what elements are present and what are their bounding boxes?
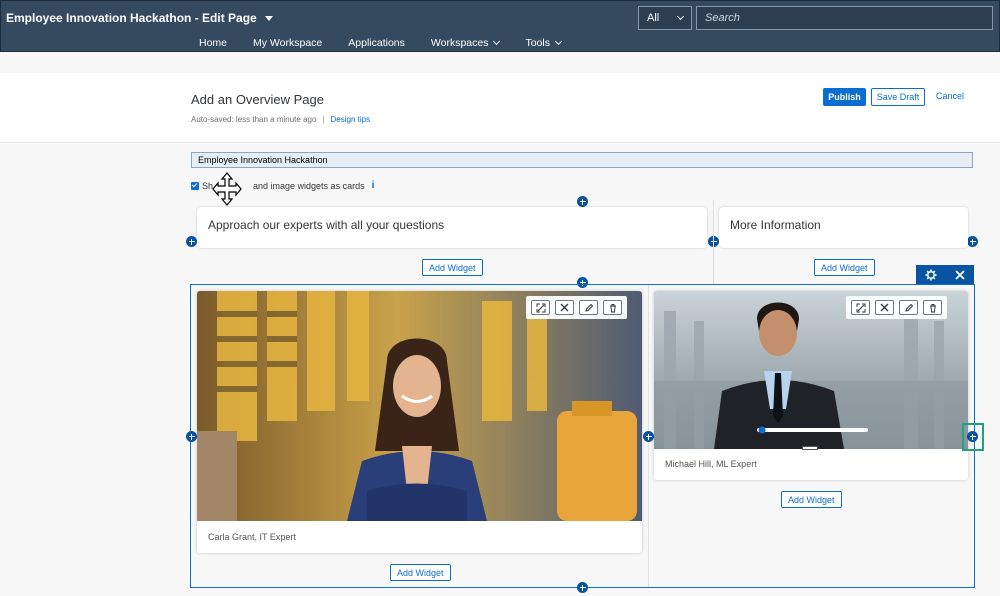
shell-bar: Employee Innovation Hackathon - Edit Pag… <box>0 0 1000 52</box>
slider-handle[interactable] <box>758 426 766 434</box>
image-card[interactable]: Michael Hill, ML Expert <box>654 291 968 480</box>
cancel-button[interactable]: Cancel <box>936 91 964 101</box>
add-widget-button[interactable]: Add Widget <box>390 564 451 581</box>
search-scope-value: All <box>647 12 660 24</box>
add-column-plus-icon[interactable] <box>186 431 197 442</box>
edit-button[interactable] <box>579 300 598 315</box>
page-name-input[interactable]: Employee Innovation Hackathon <box>191 152 973 168</box>
cards-checkbox[interactable] <box>191 181 199 190</box>
section-toolbar <box>916 265 974 284</box>
edit-icon <box>904 303 913 312</box>
move-cursor-icon <box>212 172 242 206</box>
add-widget-button[interactable]: Add Widget <box>781 491 842 508</box>
close-icon <box>560 303 569 312</box>
nav-applications[interactable]: Applications <box>348 37 405 49</box>
title-card-text: More Information <box>730 218 821 232</box>
delete-button[interactable] <box>603 300 622 315</box>
nav-applications-label: Applications <box>348 37 405 49</box>
nav-my-workspace-label: My Workspace <box>253 37 323 49</box>
nav-tools[interactable]: Tools <box>525 37 563 49</box>
nav-home-label: Home <box>199 37 228 49</box>
chevron-down-icon <box>676 12 685 21</box>
autosave-text: Auto-saved: less than a minute ago <box>191 115 317 124</box>
info-icon[interactable]: i <box>372 180 375 191</box>
expand-button[interactable] <box>531 300 550 315</box>
image-size-slider[interactable] <box>757 426 868 434</box>
expand-button[interactable] <box>851 300 870 315</box>
close-icon[interactable] <box>955 269 965 280</box>
remove-button[interactable] <box>875 300 894 315</box>
delete-icon <box>609 303 616 312</box>
caret-down-icon <box>264 15 273 21</box>
main-nav: Home My Workspace Applications Workspace… <box>199 37 587 49</box>
column-divider <box>713 200 714 284</box>
autosave-status: Auto-saved: less than a minute ago | Des… <box>191 115 370 124</box>
title-card-more-info[interactable]: More Information <box>719 207 968 248</box>
add-widget-button[interactable]: Add Widget <box>422 259 483 276</box>
publish-button[interactable]: Publish <box>823 88 866 106</box>
nav-home[interactable]: Home <box>199 37 227 49</box>
search-placeholder: Search <box>705 12 740 24</box>
photo-illustration <box>197 291 642 521</box>
slider-grip[interactable] <box>802 446 818 450</box>
page-title: Add an Overview Page <box>191 92 324 107</box>
card-toolbar <box>846 296 947 319</box>
add-row-plus-icon[interactable] <box>577 196 588 207</box>
app-title: Employee Innovation Hackathon - Edit Pag… <box>6 11 257 25</box>
save-draft-button[interactable]: Save Draft <box>871 88 925 106</box>
expand-icon <box>536 303 545 312</box>
nav-workspaces[interactable]: Workspaces <box>430 37 501 49</box>
edit-button[interactable] <box>899 300 918 315</box>
delete-button[interactable] <box>923 300 942 315</box>
search-input[interactable]: Search <box>696 6 993 30</box>
remove-button[interactable] <box>555 300 574 315</box>
search-scope-select[interactable]: All <box>638 6 692 30</box>
edit-icon <box>584 303 593 312</box>
design-tips-link[interactable]: Design tips <box>331 115 371 124</box>
autosave-separator: | <box>322 115 325 124</box>
expand-icon <box>856 303 865 312</box>
nav-workspaces-label: Workspaces <box>430 37 489 49</box>
resize-handle-highlight[interactable] <box>962 423 984 451</box>
gear-icon[interactable] <box>925 269 937 281</box>
chevron-down-icon <box>554 37 563 46</box>
title-card-experts[interactable]: Approach our experts with all your quest… <box>197 207 707 248</box>
delete-icon <box>929 303 936 312</box>
chevron-down-icon <box>493 37 501 46</box>
add-column-plus-icon[interactable] <box>643 431 654 442</box>
title-card-text: Approach our experts with all your quest… <box>208 218 445 232</box>
add-column-plus-icon[interactable] <box>967 236 978 247</box>
image-caption: Carla Grant, IT Expert <box>208 532 296 542</box>
nav-my-workspace[interactable]: My Workspace <box>253 37 322 49</box>
page-header: Add an Overview Page Auto-saved: less th… <box>0 73 1000 143</box>
image-card[interactable]: Carla Grant, IT Expert <box>197 291 642 553</box>
checkbox-label-end: and image widgets as cards <box>253 180 365 191</box>
add-column-plus-icon[interactable] <box>186 236 197 247</box>
card-toolbar <box>526 296 627 319</box>
image-caption: Michael Hill, ML Expert <box>665 459 757 469</box>
woman-smiling-photo <box>197 291 642 521</box>
add-widget-button[interactable]: Add Widget <box>814 259 875 276</box>
nav-tools-label: Tools <box>525 37 550 49</box>
close-icon <box>880 303 889 312</box>
add-row-plus-icon[interactable] <box>577 582 588 593</box>
app-title-menu[interactable]: Employee Innovation Hackathon - Edit Pag… <box>6 11 273 25</box>
